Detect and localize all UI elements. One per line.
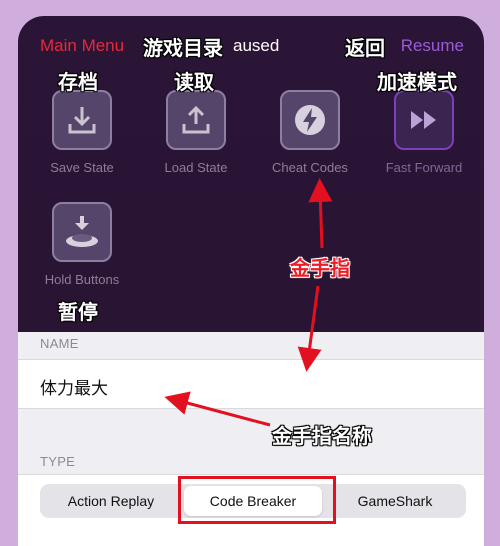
fast-forward-icon <box>394 90 454 150</box>
annotation-fast-forward: 加速模式 <box>377 70 457 94</box>
resume-button[interactable]: Resume <box>401 36 464 56</box>
type-section-label: TYPE <box>40 454 76 469</box>
fast-forward-label: Fast Forward <box>385 160 463 175</box>
name-row[interactable]: 体力最大 <box>18 359 484 409</box>
pause-menu: Main Menu aused Resume Save State Load S… <box>18 16 484 332</box>
hold-buttons-icon <box>52 202 112 262</box>
annotation-cheat: 金手指 <box>290 256 350 280</box>
hold-buttons-tile[interactable]: Hold Buttons <box>27 202 137 287</box>
annotation-menu: 游戏目录 <box>143 36 223 60</box>
annotation-back: 返回 <box>345 36 385 60</box>
annotation-pause: 暂停 <box>58 300 98 324</box>
lightning-icon <box>280 90 340 150</box>
upload-icon <box>166 90 226 150</box>
name-field[interactable]: 体力最大 <box>40 374 108 399</box>
annotation-load: 读取 <box>174 70 214 94</box>
segment-gameshark[interactable]: GameShark <box>326 486 464 516</box>
cheat-codes-tile[interactable]: Cheat Codes <box>255 90 365 175</box>
download-icon <box>52 90 112 150</box>
load-state-tile[interactable]: Load State <box>141 90 251 175</box>
annotation-save: 存档 <box>58 70 98 94</box>
annotation-cheat-name: 金手指名称 <box>272 424 372 448</box>
save-state-tile[interactable]: Save State <box>27 90 137 175</box>
phone-screen: Main Menu aused Resume Save State Load S… <box>18 16 484 546</box>
top-bar: Main Menu aused Resume <box>18 34 484 60</box>
paused-title: aused <box>233 36 280 55</box>
segment-action-replay[interactable]: Action Replay <box>42 486 180 516</box>
highlight-box <box>178 476 336 524</box>
fast-forward-tile[interactable]: Fast Forward <box>369 90 479 175</box>
cheat-codes-label: Cheat Codes <box>272 160 348 175</box>
name-section-label: NAME <box>40 336 79 351</box>
main-menu-button[interactable]: Main Menu <box>40 36 124 56</box>
hold-buttons-label: Hold Buttons <box>44 272 120 287</box>
save-state-label: Save State <box>50 160 114 175</box>
load-state-label: Load State <box>164 160 228 175</box>
